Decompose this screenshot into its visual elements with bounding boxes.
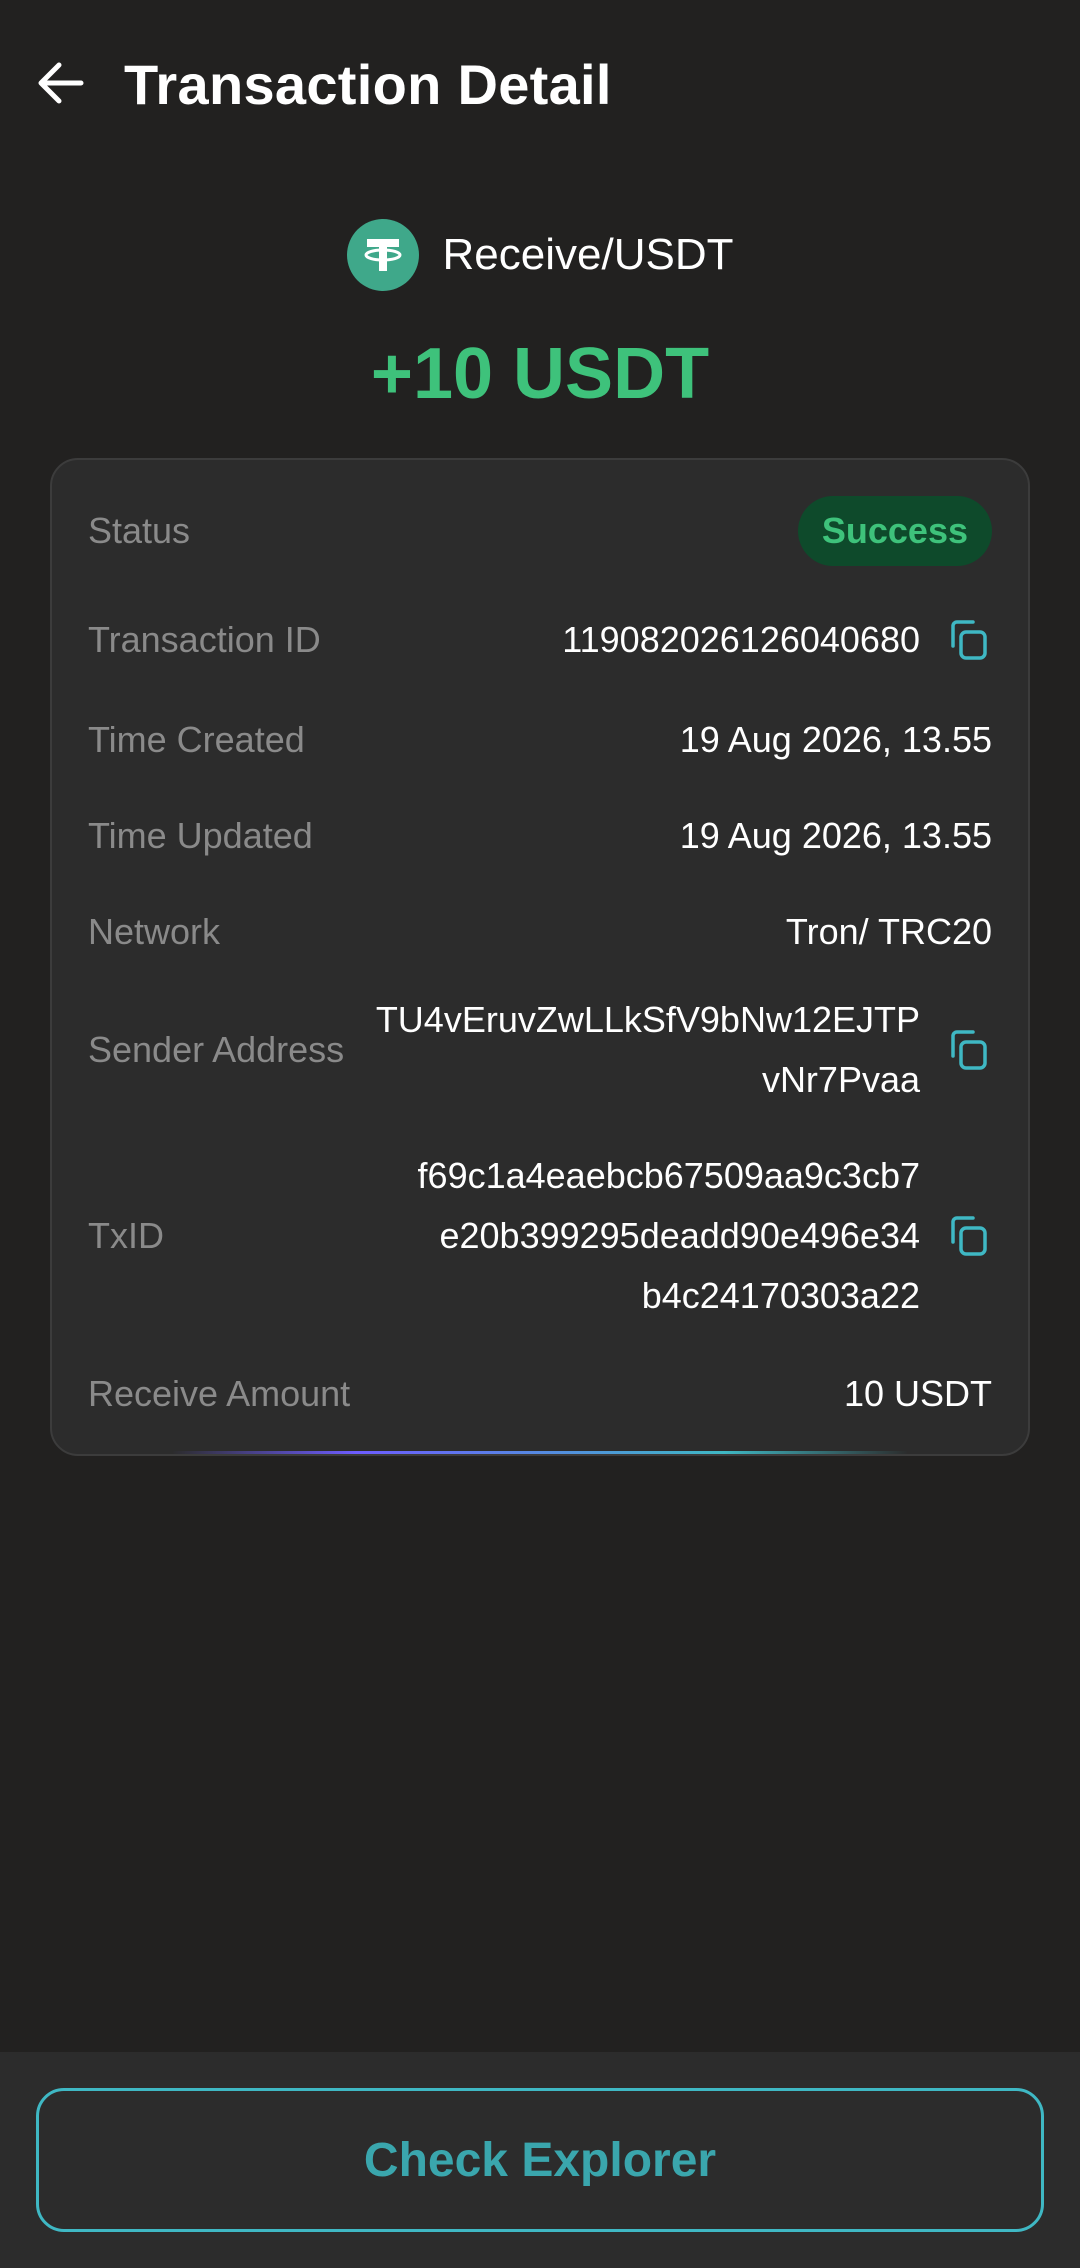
time-created-row: Time Created 19 Aug 2026, 13.55: [88, 710, 992, 770]
network-label: Network: [88, 911, 221, 952]
asset-label: Receive/USDT: [442, 230, 734, 279]
copy-icon: [951, 1216, 987, 1256]
receive-amount-value: 10 USDT: [843, 1373, 992, 1414]
bottom-action-bar: Check Explorer: [0, 2052, 1080, 2268]
time-updated-row: Time Updated 19 Aug 2026, 13.55: [88, 806, 992, 866]
sender-address-line: vNr7Pvaa: [761, 1059, 920, 1100]
copy-icon: [951, 1030, 987, 1070]
transaction-id-row: Transaction ID 119082026126040680: [88, 610, 992, 670]
sender-address-value: TU4vEruvZwLLkSfV9bNw12EJTP vNr7Pvaa: [376, 990, 920, 1110]
top-bar: Transaction Detail: [0, 0, 1080, 170]
txid-line: b4c24170303a22: [641, 1275, 920, 1316]
transaction-id-value-group: 119082026126040680: [562, 615, 992, 665]
status-label: Status: [88, 510, 191, 551]
sender-address-value-group: TU4vEruvZwLLkSfV9bNw12EJTP vNr7Pvaa: [376, 990, 992, 1110]
status-badge: Success: [797, 496, 992, 566]
back-button[interactable]: [28, 50, 94, 116]
txid-row: TxID f69c1a4eaebcb67509aa9c3cb7 e20b3992…: [88, 1146, 992, 1326]
txid-line: f69c1a4eaebcb67509aa9c3cb7: [417, 1155, 920, 1196]
arrow-left-icon: [38, 62, 84, 104]
tether-usdt-icon: [346, 219, 419, 291]
transaction-details-card: Status Success Transaction ID 1190820261…: [50, 458, 1030, 1456]
network-value: Tron/ TRC20: [785, 911, 992, 952]
copy-icon: [951, 620, 987, 660]
transaction-amount: +10 USDT: [370, 334, 710, 414]
txid-label: TxID: [88, 1215, 164, 1256]
receive-amount-row: Receive Amount 10 USDT: [88, 1364, 992, 1424]
status-row: Status Success: [88, 496, 992, 566]
time-updated-value: 19 Aug 2026, 13.55: [679, 815, 992, 856]
txid-line: e20b399295deadd90e496e34: [439, 1215, 920, 1256]
sender-address-label: Sender Address: [88, 1029, 345, 1070]
transaction-id-value: 119082026126040680: [562, 619, 920, 660]
time-created-value: 19 Aug 2026, 13.55: [679, 719, 992, 760]
txid-value: f69c1a4eaebcb67509aa9c3cb7 e20b399295dea…: [418, 1146, 920, 1326]
card-glow-divider: [172, 1451, 908, 1454]
transaction-id-label: Transaction ID: [88, 619, 321, 660]
page-title: Transaction Detail: [124, 53, 612, 116]
sender-address-line: TU4vEruvZwLLkSfV9bNw12EJTP: [375, 999, 920, 1040]
time-updated-label: Time Updated: [88, 815, 313, 856]
copy-sender-address-button[interactable]: [942, 1025, 992, 1075]
receive-amount-label: Receive Amount: [88, 1373, 351, 1414]
time-created-label: Time Created: [88, 719, 305, 760]
asset-header: Receive/USDT: [0, 216, 1080, 294]
copy-txid-button[interactable]: [942, 1211, 992, 1261]
sender-address-row: Sender Address TU4vEruvZwLLkSfV9bNw12EJT…: [88, 990, 992, 1110]
txid-value-group: f69c1a4eaebcb67509aa9c3cb7 e20b399295dea…: [418, 1146, 992, 1326]
copy-transaction-id-button[interactable]: [942, 615, 992, 665]
check-explorer-button[interactable]: Check Explorer: [36, 2088, 1044, 2232]
network-row: Network Tron/ TRC20: [88, 902, 992, 962]
